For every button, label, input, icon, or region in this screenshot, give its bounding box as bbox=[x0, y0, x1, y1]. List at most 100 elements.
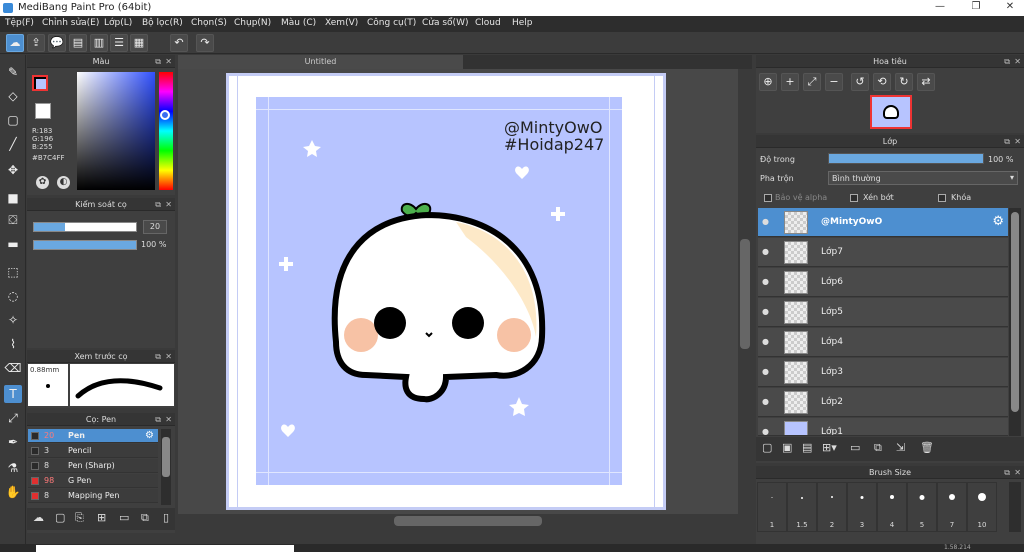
rect-tool-icon[interactable]: ▢ bbox=[4, 111, 22, 129]
duplicate-layer-icon[interactable]: ⧉ bbox=[874, 441, 882, 455]
menu-color[interactable]: Màu (C) bbox=[281, 18, 316, 28]
new-8bit-layer-icon[interactable]: ▣ bbox=[782, 441, 792, 454]
hue-slider[interactable] bbox=[159, 72, 173, 190]
canvas-horizontal-scrollbar[interactable] bbox=[178, 514, 752, 528]
menu-edit[interactable]: Chỉnh sửa(E) bbox=[42, 18, 99, 28]
eraser-tool-icon[interactable]: ◇ bbox=[4, 87, 22, 105]
zoom-in-icon[interactable]: + bbox=[781, 73, 799, 91]
palette-icon[interactable]: ✿ bbox=[36, 176, 49, 189]
new-layer-icon[interactable]: ▢ bbox=[762, 441, 772, 454]
brush-item[interactable]: 3 Pencil bbox=[28, 444, 158, 458]
brush-size-preset[interactable]: 4 bbox=[877, 482, 907, 532]
cloud-brush-icon[interactable]: ☁ bbox=[33, 511, 44, 524]
layer-row[interactable]: ● Lớp5 bbox=[758, 298, 1008, 327]
dotpen-tool-icon[interactable]: ✒ bbox=[4, 433, 22, 451]
cloud-icon[interactable]: ☁ bbox=[6, 34, 24, 52]
brush-item[interactable]: 20 Pen ⚙ bbox=[28, 429, 158, 443]
export-icon[interactable]: ⇪ bbox=[27, 34, 45, 52]
flip-icon[interactable]: ⇄ bbox=[917, 73, 935, 91]
visibility-icon[interactable]: ● bbox=[762, 367, 771, 376]
brush-item[interactable]: 8 Mapping Pen bbox=[28, 489, 158, 503]
layer-row[interactable]: ● Lớp6 bbox=[758, 268, 1008, 297]
merge-layer-icon[interactable]: ⇲ bbox=[896, 441, 905, 454]
lasso-tool-icon[interactable]: ◌ bbox=[4, 287, 22, 305]
layer-row[interactable]: ● Lớp2 bbox=[758, 388, 1008, 417]
menu-capture[interactable]: Chụp(N) bbox=[234, 18, 271, 28]
saturation-value-picker[interactable] bbox=[77, 72, 155, 190]
menu-filter[interactable]: Bộ lọc(R) bbox=[142, 18, 183, 28]
undock-icon[interactable]: ⧉ bbox=[155, 413, 161, 426]
menu-window[interactable]: Cửa sổ(W) bbox=[422, 18, 468, 28]
magic-wand-icon[interactable]: ✧ bbox=[4, 311, 22, 329]
close-panel-icon[interactable]: ✕ bbox=[165, 413, 172, 426]
undock-icon[interactable]: ⧉ bbox=[155, 55, 161, 68]
close-panel-icon[interactable]: ✕ bbox=[165, 55, 172, 68]
navigator-thumbnail[interactable] bbox=[870, 95, 912, 129]
canvas-page[interactable]: @MintyOwO #Hoidap247 bbox=[226, 73, 666, 510]
folder-icon[interactable]: ▭ bbox=[119, 511, 129, 524]
visibility-icon[interactable]: ● bbox=[762, 247, 771, 256]
lock-checkbox[interactable] bbox=[938, 194, 946, 202]
bucket-tool-icon[interactable]: ⛋ bbox=[4, 211, 22, 229]
rotate-right-icon[interactable]: ↻ bbox=[895, 73, 913, 91]
copy-brush-icon[interactable]: ⎘ bbox=[75, 511, 84, 525]
undock-icon[interactable]: ⧉ bbox=[1004, 55, 1010, 68]
clipping-checkbox[interactable] bbox=[850, 194, 858, 202]
new-brush-icon[interactable]: ▢ bbox=[55, 511, 65, 524]
rotate-reset-icon[interactable]: ⟲ bbox=[873, 73, 891, 91]
eyedropper-tool-icon[interactable]: ⚗ bbox=[4, 459, 22, 477]
hue-handle[interactable] bbox=[160, 110, 170, 120]
page-icon[interactable]: ▥ bbox=[90, 34, 108, 52]
visibility-icon[interactable]: ● bbox=[762, 397, 771, 406]
brush-list-scrollbar[interactable] bbox=[161, 429, 171, 505]
fill-rect-tool-icon[interactable]: ■ bbox=[4, 189, 22, 207]
brush-size-scrollbar[interactable] bbox=[1009, 482, 1021, 532]
visibility-icon[interactable]: ● bbox=[762, 217, 771, 226]
brush-size-preset[interactable]: 1 bbox=[757, 482, 787, 532]
gear-icon[interactable]: ⚙ bbox=[145, 430, 154, 441]
layer-row[interactable]: ● Lớp7 bbox=[758, 238, 1008, 267]
maximize-button[interactable]: ❐ bbox=[964, 1, 988, 15]
menu-tools[interactable]: Công cụ(T) bbox=[367, 18, 416, 28]
menu-view[interactable]: Xem(V) bbox=[325, 18, 358, 28]
layer-row[interactable]: ● Lớp3 bbox=[758, 358, 1008, 387]
brush-item[interactable]: 98 G Pen bbox=[28, 474, 158, 488]
visibility-icon[interactable]: ● bbox=[762, 427, 771, 435]
undock-icon[interactable]: ⧉ bbox=[155, 350, 161, 363]
trash-icon[interactable]: 🗑 bbox=[920, 441, 934, 454]
add-brush-icon[interactable]: ⊞ bbox=[97, 511, 106, 524]
visibility-icon[interactable]: ● bbox=[762, 337, 771, 346]
zoom-out-icon[interactable]: − bbox=[825, 73, 843, 91]
close-panel-icon[interactable]: ✕ bbox=[1014, 466, 1021, 479]
scroll-thumb[interactable] bbox=[740, 239, 750, 349]
undo-icon[interactable]: ↶ bbox=[170, 34, 188, 52]
hand-tool-icon[interactable]: ✋ bbox=[4, 483, 22, 501]
tab-untitled[interactable]: Untitled bbox=[178, 55, 463, 69]
rotate-left-icon[interactable]: ↺ bbox=[851, 73, 869, 91]
menu-help[interactable]: Help bbox=[512, 18, 533, 28]
comment-icon[interactable]: 💬 bbox=[48, 34, 66, 52]
brush-opacity-slider[interactable] bbox=[33, 240, 137, 250]
gear-icon[interactable]: ⚙ bbox=[992, 214, 1004, 229]
select-eraser-icon[interactable]: ⌫ bbox=[4, 359, 22, 377]
move-tool-icon[interactable]: ✥ bbox=[4, 161, 22, 179]
layer-opacity-slider[interactable] bbox=[828, 153, 984, 164]
add-layer-menu-icon[interactable]: ⊞▾ bbox=[822, 441, 837, 454]
brush-size-preset[interactable]: 1.5 bbox=[787, 482, 817, 532]
select-pen-icon[interactable]: ⌇ bbox=[4, 335, 22, 353]
select-rect-icon[interactable]: ⬚ bbox=[4, 263, 22, 281]
text-tool-icon[interactable]: T bbox=[4, 385, 22, 403]
fit-icon[interactable]: ⤢ bbox=[803, 73, 821, 91]
close-panel-icon[interactable]: ✕ bbox=[165, 198, 172, 211]
brush-size-preset[interactable]: 7 bbox=[937, 482, 967, 532]
brush-size-preset[interactable]: 5 bbox=[907, 482, 937, 532]
undock-icon[interactable]: ⧉ bbox=[155, 198, 161, 211]
layer-row[interactable]: ● @MintyOwO ⚙ bbox=[758, 208, 1008, 237]
note-icon[interactable]: ▤ bbox=[69, 34, 87, 52]
brush-tool-icon[interactable]: ✎ bbox=[4, 63, 22, 81]
redo-icon[interactable]: ↷ bbox=[196, 34, 214, 52]
line-tool-icon[interactable]: ╱ bbox=[4, 135, 22, 153]
minimize-button[interactable]: — bbox=[928, 1, 952, 15]
gradient-tool-icon[interactable]: ▬ bbox=[4, 235, 22, 253]
brush-size-preset[interactable]: 3 bbox=[847, 482, 877, 532]
